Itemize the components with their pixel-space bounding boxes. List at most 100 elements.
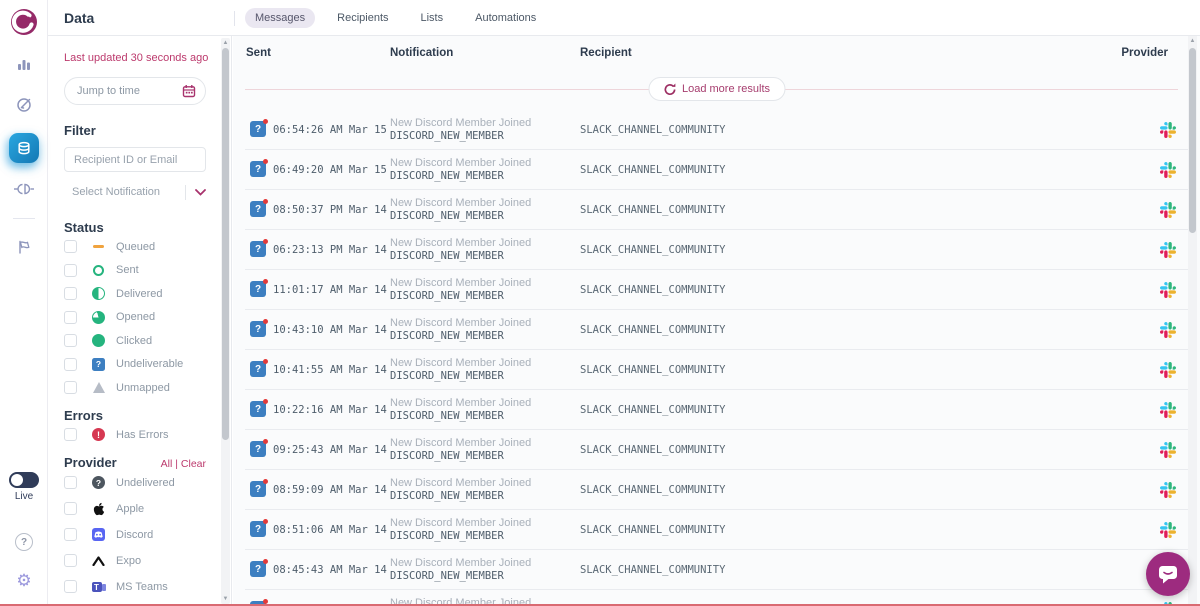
apple-logo-icon <box>91 502 106 516</box>
provider-all-link[interactable]: All <box>161 458 173 470</box>
provider-filter-apple[interactable]: Apple <box>64 496 205 522</box>
message-status-question-icon[interactable]: ? <box>250 281 266 297</box>
message-row[interactable]: ? 06:23:13 PM Mar 14 New Discord Member … <box>245 230 1190 270</box>
flags-nav-button[interactable] <box>0 232 48 262</box>
provider-filter-undelivered[interactable]: ? Undelivered <box>64 470 205 496</box>
scrollbar-down-arrow[interactable]: ▼ <box>221 595 230 603</box>
status-filter-clicked[interactable]: Clicked <box>64 329 205 353</box>
checkbox[interactable] <box>64 381 77 394</box>
checkbox[interactable] <box>64 240 77 253</box>
status-filter-delivered[interactable]: Delivered <box>64 282 205 306</box>
slack-logo-icon[interactable] <box>1160 522 1176 538</box>
provider-links-separator: | <box>172 458 181 470</box>
status-filter-opened[interactable]: Opened <box>64 306 205 330</box>
checkbox[interactable] <box>64 580 77 593</box>
slack-logo-icon[interactable] <box>1160 122 1176 138</box>
provider-filter-ms-teams[interactable]: T MS Teams <box>64 574 205 600</box>
message-status-question-icon[interactable]: ? <box>250 441 266 457</box>
message-row[interactable]: ? 10:22:16 AM Mar 14 New Discord Member … <box>245 390 1190 430</box>
message-status-question-icon[interactable]: ? <box>250 321 266 337</box>
slack-logo-icon[interactable] <box>1160 282 1176 298</box>
designer-nav-button[interactable] <box>0 89 48 119</box>
help-button[interactable]: ? <box>0 527 48 557</box>
message-status-question-icon[interactable]: ? <box>250 361 266 377</box>
tab-messages[interactable]: Messages <box>245 8 315 28</box>
tab-automations[interactable]: Automations <box>465 8 546 28</box>
slack-logo-icon[interactable] <box>1160 482 1176 498</box>
message-row[interactable]: ? 11:01:17 AM Mar 14 New Discord Member … <box>245 270 1190 310</box>
has-errors-filter[interactable]: ! Has Errors <box>64 423 205 447</box>
sidebar-scrollbar[interactable]: ▲ ▼ <box>221 38 230 604</box>
message-row[interactable]: ? 06:54:26 AM Mar 15 New Discord Member … <box>245 110 1190 150</box>
slack-logo-icon[interactable] <box>1160 162 1176 178</box>
scrollbar-up-arrow[interactable]: ▲ <box>1188 37 1197 45</box>
slack-logo-icon[interactable] <box>1160 322 1176 338</box>
scrollbar-thumb[interactable] <box>222 48 229 440</box>
message-status-question-icon[interactable]: ? <box>250 561 266 577</box>
chat-widget-button[interactable] <box>1146 552 1190 596</box>
slack-logo-icon[interactable] <box>1160 442 1176 458</box>
main-scrollbar[interactable]: ▲ <box>1188 36 1197 604</box>
tab-recipients[interactable]: Recipients <box>327 8 398 28</box>
courier-logo-icon[interactable] <box>10 8 38 36</box>
load-more-button[interactable]: Load more results <box>648 77 785 101</box>
rail-divider <box>13 218 35 219</box>
slack-logo-icon[interactable] <box>1160 242 1176 258</box>
scrollbar-thumb[interactable] <box>1189 48 1196 233</box>
message-status-question-icon[interactable]: ? <box>250 241 266 257</box>
last-updated-refresh[interactable]: Last updated 30 seconds ago <box>64 52 205 64</box>
message-row[interactable]: ? 08:45:43 AM Mar 14 New Discord Member … <box>245 550 1190 590</box>
slack-logo-icon[interactable] <box>1160 362 1176 378</box>
checkbox[interactable] <box>64 358 77 371</box>
message-row[interactable]: ? 08:51:06 AM Mar 14 New Discord Member … <box>245 510 1190 550</box>
notification-select[interactable]: Select Notification <box>64 182 206 202</box>
status-filter-undeliverable[interactable]: ? Undeliverable <box>64 353 205 377</box>
message-row[interactable]: ? 08:50:37 PM Mar 14 New Discord Member … <box>245 190 1190 230</box>
data-nav-button-active[interactable] <box>0 133 48 163</box>
settings-button[interactable]: ⚙ <box>0 565 48 595</box>
status-filter-sent[interactable]: Sent <box>64 259 205 283</box>
message-row[interactable]: ? 10:43:10 AM Mar 14 New Discord Member … <box>245 310 1190 350</box>
integrations-nav-button[interactable] <box>0 174 48 204</box>
provider-filter-expo[interactable]: Expo <box>64 548 205 574</box>
analytics-nav-button[interactable] <box>0 49 48 79</box>
recipient-filter-input[interactable]: Recipient ID or Email <box>64 147 206 172</box>
tab-lists[interactable]: Lists <box>411 8 454 28</box>
notification-id: DISCORD_NEW_MEMBER <box>390 330 531 343</box>
slack-logo-icon[interactable] <box>1160 402 1176 418</box>
notification-title: New Discord Member Joined <box>390 437 531 450</box>
message-status-question-icon[interactable]: ? <box>250 161 266 177</box>
slack-logo-icon[interactable] <box>1160 202 1176 218</box>
checkbox[interactable] <box>64 554 77 567</box>
message-row[interactable]: ? 10:41:55 AM Mar 14 New Discord Member … <box>245 350 1190 390</box>
provider-clear-link[interactable]: Clear <box>181 458 206 470</box>
checkbox[interactable] <box>64 502 77 515</box>
provider-filter-discord[interactable]: Discord <box>64 522 205 548</box>
message-status-question-icon[interactable]: ? <box>250 481 266 497</box>
checkbox[interactable] <box>64 287 77 300</box>
calendar-icon[interactable] <box>182 84 196 98</box>
checkbox[interactable] <box>64 528 77 541</box>
message-status-question-icon[interactable]: ? <box>250 121 266 137</box>
message-status-question-icon[interactable]: ? <box>250 401 266 417</box>
status-glyph: ? <box>255 484 261 495</box>
checkbox[interactable] <box>64 311 77 324</box>
message-row[interactable]: ? 06:49:20 AM Mar 15 New Discord Member … <box>245 150 1190 190</box>
chat-bubble-icon <box>1157 563 1179 585</box>
checkbox[interactable] <box>64 334 77 347</box>
notification-title: New Discord Member Joined <box>390 357 531 370</box>
message-status-question-icon[interactable]: ? <box>250 201 266 217</box>
checkbox[interactable] <box>64 264 77 277</box>
jump-to-time-input[interactable]: Jump to time <box>64 77 206 105</box>
message-row[interactable]: ? 08:59:09 AM Mar 14 New Discord Member … <box>245 470 1190 510</box>
bar-chart-icon <box>16 56 32 72</box>
message-row[interactable]: ? 09:25:43 AM Mar 14 New Discord Member … <box>245 430 1190 470</box>
checkbox[interactable] <box>64 428 77 441</box>
scrollbar-up-arrow[interactable]: ▲ <box>221 39 230 47</box>
status-filter-unmapped[interactable]: Unmapped <box>64 376 205 400</box>
live-toggle[interactable] <box>9 472 39 488</box>
status-filter-queued[interactable]: Queued <box>64 235 205 259</box>
status-glyph: ? <box>255 164 261 175</box>
checkbox[interactable] <box>64 476 77 489</box>
message-status-question-icon[interactable]: ? <box>250 521 266 537</box>
